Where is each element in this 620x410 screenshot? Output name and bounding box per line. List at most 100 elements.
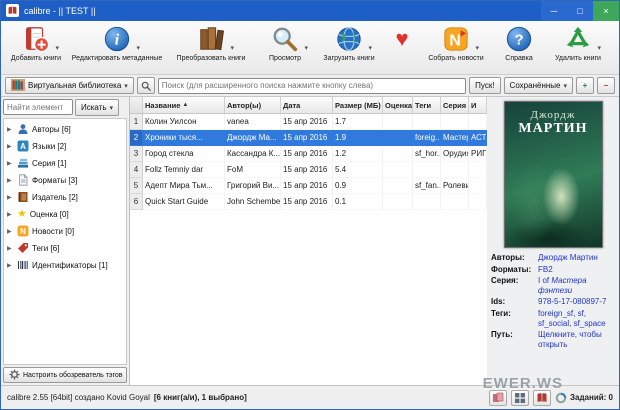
saved-search-label: Сохранённые	[510, 81, 561, 90]
search-go-button[interactable]: Пуск!	[469, 77, 500, 94]
remove-books-button[interactable]: ▾ Удалить книги	[545, 23, 611, 63]
maximize-button[interactable]: □	[567, 1, 593, 21]
sidebar-item-tags[interactable]: ▶Теги [6]	[4, 240, 126, 257]
field-label: Теги:	[491, 309, 535, 328]
chevron-down-icon[interactable]: ▾	[475, 44, 479, 52]
expander-icon[interactable]: ▶	[7, 211, 14, 218]
fetch-news-button[interactable]: N▾ Собрать новости	[419, 23, 493, 63]
cover-grid-toggle[interactable]	[511, 390, 529, 406]
edit-metadata-button[interactable]: i▾ Редактировать метаданные	[69, 23, 165, 63]
chevron-down-icon[interactable]: ▾	[136, 44, 140, 52]
cell-authors: Кассандра К...	[225, 146, 281, 162]
chevron-down-icon[interactable]: ▾	[55, 44, 59, 52]
virtual-library-button[interactable]: Виртуальная библиотека ▾	[5, 77, 134, 94]
add-books-button[interactable]: ▾ Добавить книги	[3, 23, 69, 63]
column-header-authors[interactable]: Автор(ы)	[225, 97, 281, 113]
sidebar-item-authors[interactable]: ▶Авторы [6]	[4, 121, 126, 138]
cell-tags: sf_hor...	[413, 146, 441, 162]
sidebar-item-news[interactable]: ▶NНовости [0]	[4, 223, 126, 240]
book-cover[interactable]: Джордж МАРТИН	[504, 101, 603, 248]
sidebar-item-series[interactable]: ▶Серия [1]	[4, 155, 126, 172]
convert-books-button[interactable]: ▾ Преобразовать книги	[165, 23, 257, 63]
authors-icon	[17, 123, 29, 137]
expander-icon[interactable]: ▶	[7, 126, 14, 133]
column-header-rating[interactable]: Оценка	[383, 97, 413, 113]
expander-icon[interactable]: ▶	[7, 160, 14, 167]
svg-text:?: ?	[514, 32, 523, 49]
expander-icon[interactable]: ▶	[7, 177, 14, 184]
cell-date: 15 апр 2016	[281, 178, 333, 194]
help-button[interactable]: ? Справка	[493, 23, 545, 63]
sidebar-item-publisher[interactable]: ▶Издатель [2]	[4, 189, 126, 206]
column-header-publisher[interactable]: И	[469, 97, 487, 113]
main-area: Искать▾ ▶Авторы [6] ▶AЯзыки [2] ▶Серия […	[1, 97, 619, 385]
tag-icon	[17, 242, 29, 256]
toolbar-label: Добавить книги	[11, 55, 61, 63]
search-input[interactable]	[158, 78, 466, 94]
jobs-button[interactable]: Заданий: 0	[555, 392, 613, 404]
find-button[interactable]: Искать▾	[75, 99, 119, 116]
series-link[interactable]: I of Мастера фэнтези	[538, 276, 615, 295]
sidebar-item-languages[interactable]: ▶AЯзыки [2]	[4, 138, 126, 155]
cover-browser-toggle[interactable]	[489, 390, 507, 406]
field-label: Авторы:	[491, 253, 535, 263]
sidebar-item-rating[interactable]: ▶★Оценка [0]	[4, 206, 126, 223]
cell-series: Орудия...	[441, 146, 469, 162]
fetch-books-button[interactable]: ▾ Загрузить книги	[313, 23, 385, 63]
ids-link[interactable]: 978-5-17-080897-7	[538, 297, 615, 307]
chevron-down-icon[interactable]: ▾	[230, 44, 234, 52]
star-icon: ★	[17, 209, 27, 220]
save-search-button[interactable]: +	[576, 77, 594, 94]
tags-links[interactable]: foreign_sf, sf, sf_social, sf_space	[538, 309, 615, 328]
table-row[interactable]: 5 Адепт Мира Тьм... Григорий Ви... 15 ап…	[130, 178, 487, 194]
tag-browser-find-row: Искать▾	[3, 99, 127, 116]
convert-books-icon	[197, 25, 225, 53]
column-header-series[interactable]: Серия	[441, 97, 469, 113]
configure-tag-browser-button[interactable]: Настроить обозреватель тэгов	[3, 367, 127, 383]
expander-icon[interactable]: ▶	[7, 262, 14, 269]
cell-rating	[383, 114, 413, 130]
book-details-toggle[interactable]	[533, 390, 551, 406]
chevron-down-icon[interactable]: ▾	[597, 44, 601, 52]
expander-icon[interactable]: ▶	[7, 143, 14, 150]
expander-icon[interactable]: ▶	[7, 194, 14, 201]
sort-asc-icon: ▲	[182, 102, 188, 108]
cell-authors: Григорий Ви...	[225, 178, 281, 194]
expander-icon[interactable]: ▶	[7, 245, 14, 252]
format-link[interactable]: FB2	[538, 265, 615, 275]
delete-saved-search-button[interactable]: −	[597, 77, 615, 94]
toolbar-label: Собрать новости	[428, 55, 483, 63]
find-item-input[interactable]	[3, 99, 73, 115]
cell-date: 15 апр 2016	[281, 146, 333, 162]
minimize-button[interactable]: ─	[541, 1, 567, 21]
cell-title: Адепт Мира Тьм...	[143, 178, 225, 194]
chevron-down-icon[interactable]: ▾	[304, 44, 308, 52]
advanced-search-button[interactable]	[137, 77, 155, 94]
cell-tags	[413, 162, 441, 178]
field-label: Форматы:	[491, 265, 535, 275]
expander-icon[interactable]: ▶	[7, 228, 14, 235]
sidebar-item-identifiers[interactable]: ▶Идентификаторы [1]	[4, 257, 126, 274]
table-row-selected[interactable]: 2 Хроники тыся... Джордж Ма... 15 апр 20…	[130, 130, 487, 146]
column-header-size[interactable]: Размер (МБ)	[333, 97, 383, 113]
table-row[interactable]: 6 Quick Start Guide John Schember 15 апр…	[130, 194, 487, 210]
column-header-tags[interactable]: Теги	[413, 97, 441, 113]
field-label: Путь:	[491, 330, 535, 349]
cell-publisher	[469, 162, 487, 178]
column-header-date[interactable]: Дата	[281, 97, 333, 113]
table-row[interactable]: 3 Город стекла Кассандра К... 15 апр 201…	[130, 146, 487, 162]
view-button[interactable]: ▾ Просмотр	[257, 23, 313, 63]
close-button[interactable]: ×	[593, 1, 619, 21]
column-header-title[interactable]: Название▲	[143, 97, 225, 113]
table-row[interactable]: 4 Follz Temniy dar FoM 15 апр 2016 5.4	[130, 162, 487, 178]
donate-button[interactable]: ♥	[385, 23, 419, 54]
authors-link[interactable]: Джордж Мартин	[538, 253, 615, 263]
path-link[interactable]: Щелкните, чтобы открыть	[538, 330, 615, 349]
sidebar-item-formats[interactable]: ▶Форматы [3]	[4, 172, 126, 189]
version-text: calibre 2.55 [64bit] создано Kovid Goyal	[7, 393, 150, 402]
cell-authors: vanea	[225, 114, 281, 130]
chevron-down-icon[interactable]: ▾	[368, 44, 372, 52]
saved-search-combo[interactable]: Сохранённые▾	[504, 77, 573, 94]
window-controls: ─ □ ×	[541, 1, 619, 21]
table-row[interactable]: 1 Колин Уилсон vanea 15 апр 2016 1.7	[130, 114, 487, 130]
